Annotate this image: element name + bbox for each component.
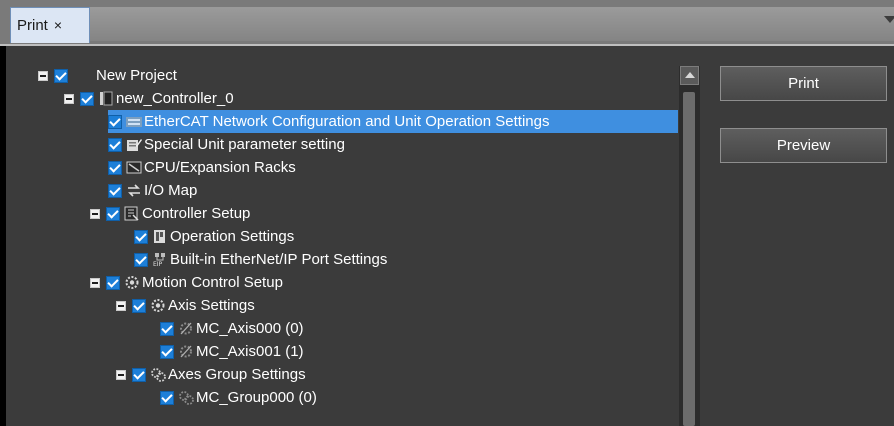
checkbox-checked-icon[interactable] [54, 68, 68, 83]
ethernet-ip-icon: EIP [152, 252, 168, 267]
tree-node-label: Operation Settings [170, 228, 295, 245]
tree-node-cpu-racks[interactable]: CPU/Expansion Racks [108, 156, 296, 179]
checkbox-checked-icon[interactable] [160, 390, 174, 405]
group-gear-icon [150, 367, 166, 382]
tree-node-axis-settings[interactable]: Axis Settings [116, 294, 255, 317]
checkbox-checked-icon[interactable] [134, 229, 148, 244]
checkbox-checked-icon[interactable] [132, 367, 146, 382]
tree-node-label: MC_Axis000 (0) [196, 320, 304, 337]
rack-icon [126, 160, 142, 175]
scroll-up-icon[interactable] [680, 66, 699, 85]
ethercat-icon [126, 114, 142, 129]
print-tree: New Project new_Controller_0 EtherCAT Ne… [18, 60, 678, 426]
checkbox-checked-icon[interactable] [108, 160, 122, 175]
tree-node-label: CPU/Expansion Racks [144, 159, 296, 176]
tree-node-mc-axis001[interactable]: MC_Axis001 (1) [160, 340, 304, 363]
controller-icon [98, 91, 114, 106]
collapse-toggle-icon[interactable] [64, 93, 74, 104]
preview-button[interactable]: Preview [720, 128, 887, 163]
tree-node-mc-axis000[interactable]: MC_Axis000 (0) [160, 317, 304, 340]
svg-text:EIP: EIP [153, 261, 163, 267]
tree-node-label: Axes Group Settings [168, 366, 306, 383]
checkbox-checked-icon[interactable] [106, 275, 120, 290]
group-item-icon [178, 390, 194, 405]
collapse-toggle-icon[interactable] [90, 277, 100, 288]
tree-node-label: New Project [96, 67, 177, 84]
close-icon[interactable]: × [54, 17, 62, 33]
tree-node-mc-group000[interactable]: MC_Group000 (0) [160, 386, 317, 409]
edit-icon [126, 137, 142, 152]
print-panel: New Project new_Controller_0 EtherCAT Ne… [6, 46, 894, 426]
tree-node-label: Special Unit parameter setting [144, 136, 345, 153]
collapse-toggle-icon[interactable] [116, 300, 126, 311]
tree-node-label: Built-in EtherNet/IP Port Settings [170, 251, 388, 268]
print-button[interactable]: Print [720, 66, 887, 101]
checkbox-checked-icon[interactable] [106, 206, 120, 221]
axis-item-icon [178, 344, 194, 359]
tree-node-axes-group[interactable]: Axes Group Settings [116, 363, 306, 386]
tree-node-new-controller[interactable]: new_Controller_0 [64, 87, 234, 110]
motion-gear-icon [124, 275, 140, 290]
checkbox-checked-icon[interactable] [160, 321, 174, 336]
collapse-toggle-icon[interactable] [90, 208, 100, 219]
tree-node-io-map[interactable]: I/O Map [108, 179, 197, 202]
axis-gear-icon [150, 298, 166, 313]
checkbox-checked-icon[interactable] [108, 114, 122, 129]
tree-node-label: new_Controller_0 [116, 90, 234, 107]
tree-node-label: EtherCAT Network Configuration and Unit … [144, 113, 550, 130]
tab-print-label: Print [17, 17, 48, 34]
tree-node-motion-setup[interactable]: Motion Control Setup [90, 271, 283, 294]
scroll-thumb[interactable] [683, 92, 695, 426]
tree-node-special-unit[interactable]: Special Unit parameter setting [108, 133, 345, 156]
tree-node-new-project[interactable]: New Project [38, 64, 177, 87]
operation-icon [152, 229, 168, 244]
tree-node-ethercat[interactable]: EtherCAT Network Configuration and Unit … [108, 110, 678, 133]
checkbox-checked-icon[interactable] [80, 91, 94, 106]
tree-node-ethernet-ip[interactable]: EIP Built-in EtherNet/IP Port Settings [134, 248, 387, 271]
tab-print[interactable]: Print × [10, 7, 90, 43]
chevron-down-icon[interactable] [884, 16, 894, 23]
tree-node-label: Controller Setup [142, 205, 251, 222]
checkbox-checked-icon[interactable] [160, 344, 174, 359]
vertical-scrollbar[interactable] [679, 66, 700, 426]
checkbox-checked-icon[interactable] [134, 252, 148, 267]
checkbox-checked-icon[interactable] [132, 298, 146, 313]
tree-node-label: Motion Control Setup [142, 274, 283, 291]
collapse-toggle-icon[interactable] [38, 70, 48, 81]
tree-node-label: I/O Map [144, 182, 198, 199]
tree-node-label: MC_Axis001 (1) [196, 343, 304, 360]
axis-item-icon [178, 321, 194, 336]
tree-node-operation-settings[interactable]: Operation Settings [134, 225, 294, 248]
io-map-icon [126, 183, 142, 198]
checkbox-checked-icon[interactable] [108, 137, 122, 152]
setup-icon [124, 206, 140, 221]
tree-node-controller-setup[interactable]: Controller Setup [90, 202, 250, 225]
collapse-toggle-icon[interactable] [116, 369, 126, 380]
tab-strip: Print × [0, 0, 894, 46]
checkbox-checked-icon[interactable] [108, 183, 122, 198]
tree-node-label: MC_Group000 (0) [196, 389, 317, 406]
tab-bar-background [90, 7, 894, 41]
tree-node-label: Axis Settings [168, 297, 255, 314]
